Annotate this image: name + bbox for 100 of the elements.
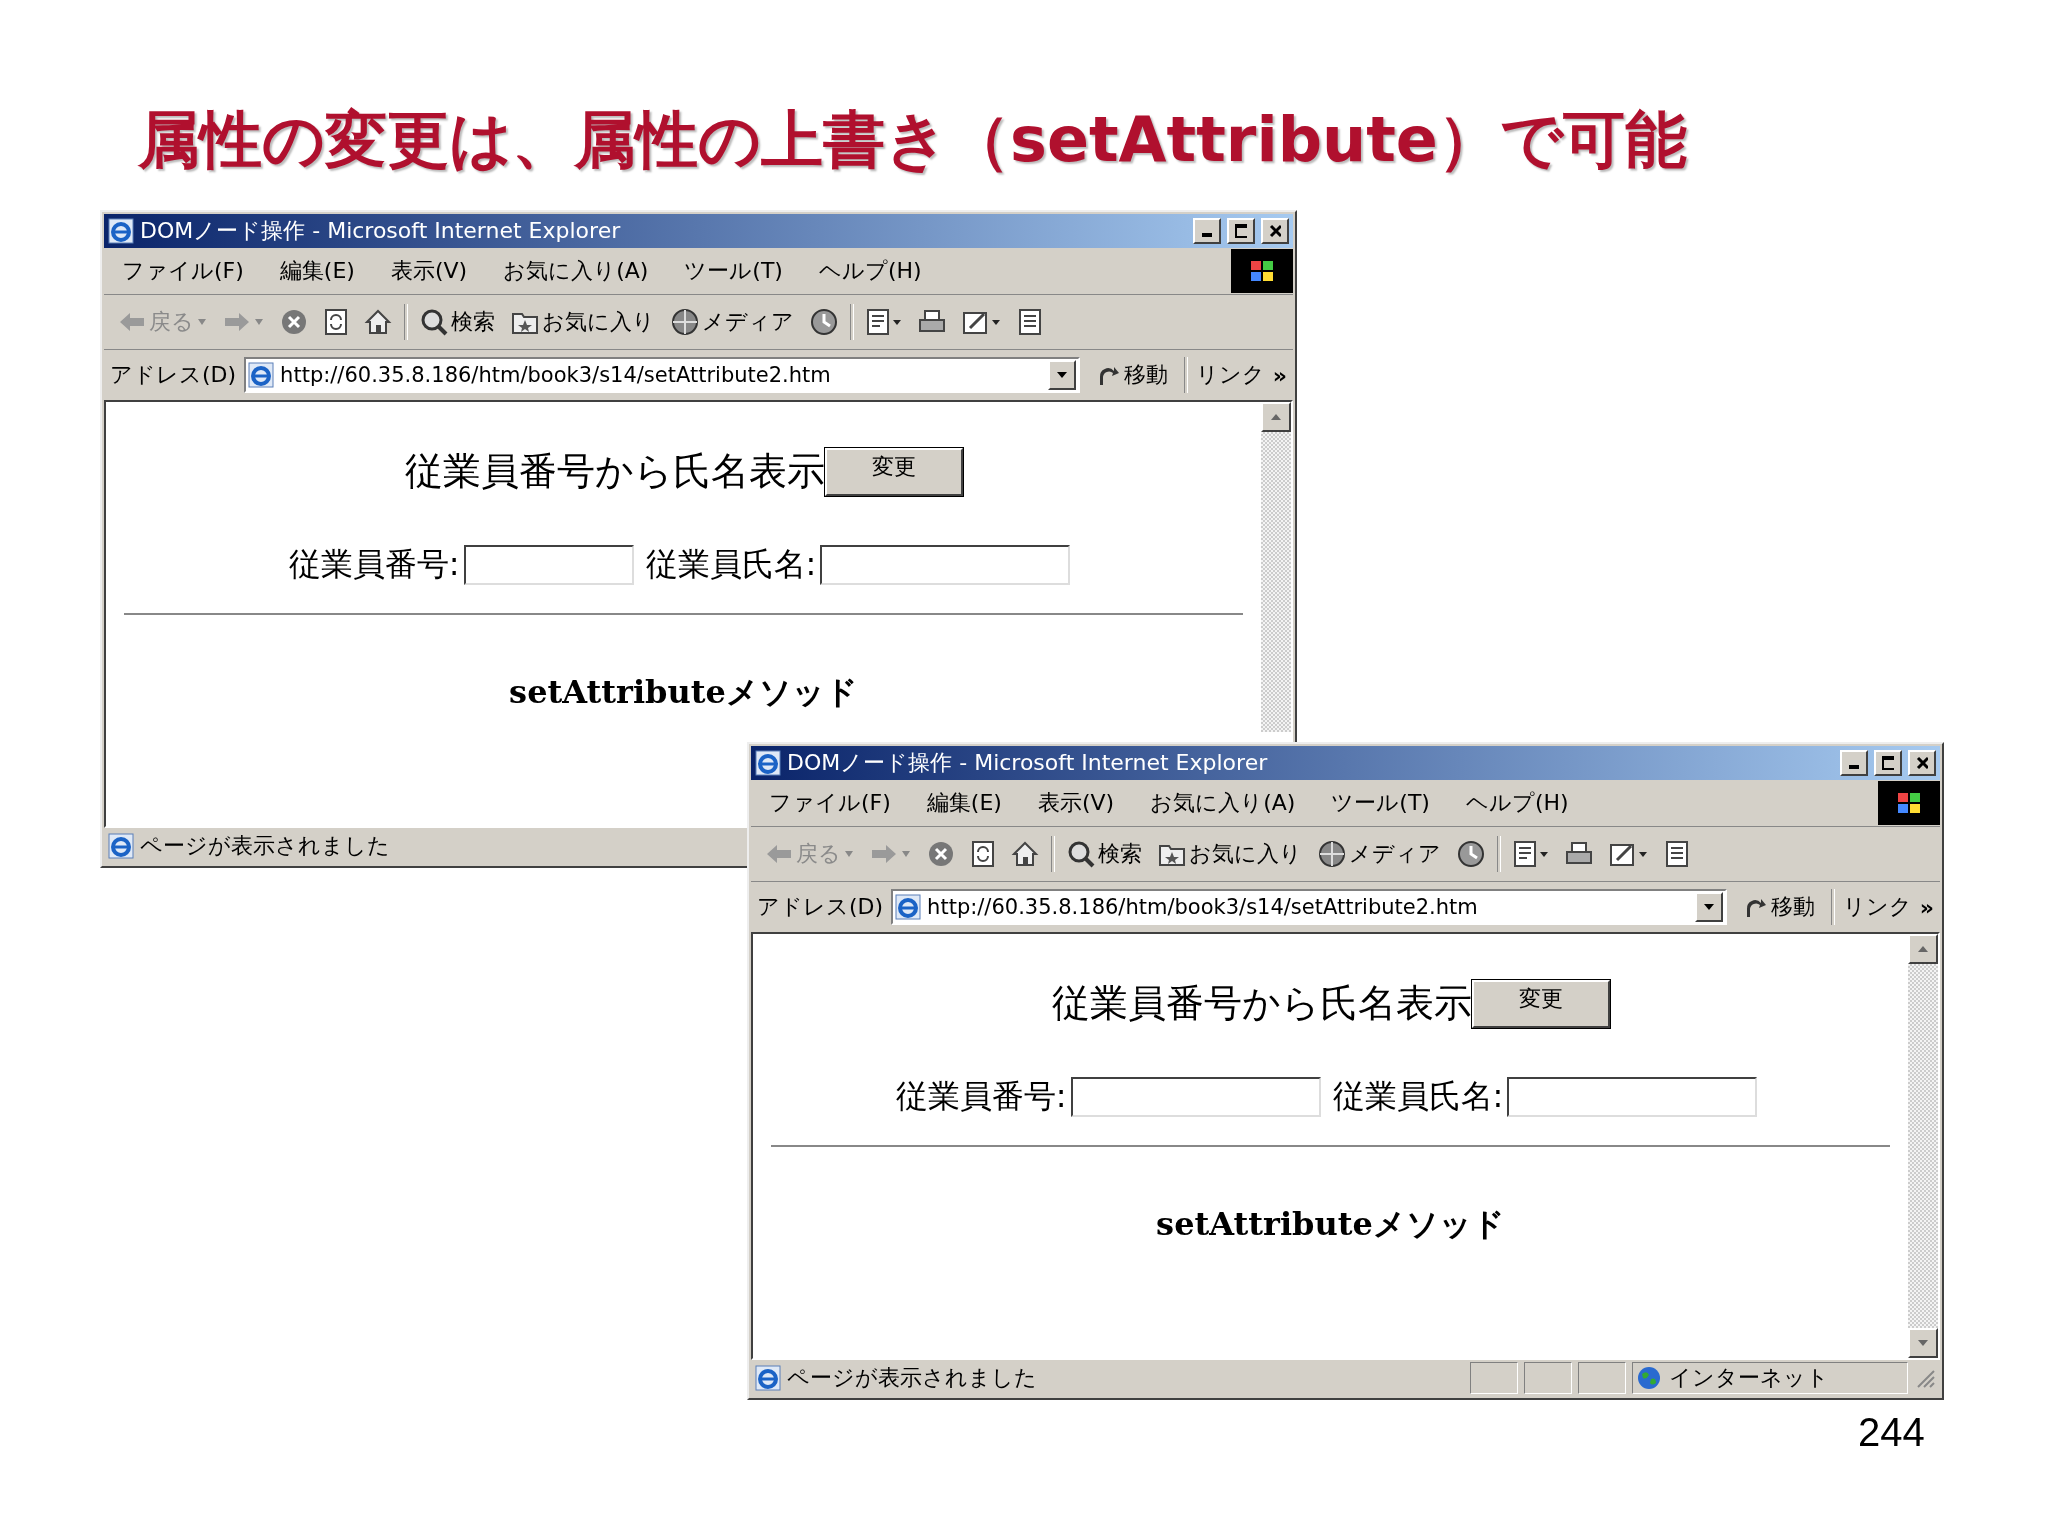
more-chevron[interactable]: » [1919, 894, 1934, 920]
field-label: 従業員氏名: [645, 544, 817, 585]
home-icon [364, 308, 392, 336]
media-button[interactable]: メディア [667, 305, 798, 339]
maximize-icon [1235, 224, 1247, 238]
menu-item[interactable]: ヘルプ(H) [1447, 788, 1587, 818]
dropdown-icon[interactable] [1047, 360, 1076, 390]
stop-icon [280, 308, 308, 336]
refresh-icon [971, 840, 995, 868]
maximize-button[interactable] [1874, 750, 1902, 776]
history-icon [810, 308, 838, 336]
zone-text: インターネット [1669, 1364, 1829, 1392]
minimize-icon [1849, 765, 1859, 769]
favorites-button[interactable]: お気に入り [507, 305, 659, 339]
scroll-down-button[interactable] [1908, 1328, 1938, 1358]
status-text: ページが表示されました [140, 832, 390, 860]
globe-icon [1318, 840, 1346, 868]
status-pane [1524, 1362, 1572, 1394]
method-text: setAttributeメソッド [509, 672, 858, 713]
search-button[interactable]: 検索 [416, 305, 499, 339]
scroll-up-button[interactable] [1261, 402, 1291, 432]
status-pane [1470, 1362, 1518, 1394]
method-text: setAttributeメソッド [1156, 1204, 1505, 1245]
address-field[interactable]: http://60.35.8.186/htm/book3/s14/setAttribute2.htm [244, 357, 1080, 393]
back-arrow-icon [765, 842, 793, 866]
address-field[interactable]: http://60.35.8.186/htm/book3/s14/setAttribute2.htm [891, 889, 1727, 925]
input-field[interactable] [1507, 1077, 1758, 1117]
page-icon [895, 894, 922, 920]
globe-icon [671, 308, 699, 336]
menu-item[interactable]: お気に入り(A) [1132, 788, 1314, 818]
status-text: ページが表示されました [787, 1364, 1037, 1392]
links-label[interactable]: リンク [1842, 892, 1912, 922]
menu-item[interactable]: 表示(V) [1019, 788, 1133, 818]
address-label: アドレス(D) [757, 893, 884, 921]
caret-icon [254, 318, 264, 326]
status-pane [1578, 1362, 1626, 1394]
dropdown-icon[interactable] [1694, 892, 1723, 922]
globe-icon [1637, 1366, 1661, 1390]
refresh-icon [324, 308, 348, 336]
close-icon [1269, 224, 1281, 238]
minimize-button[interactable] [1840, 750, 1868, 776]
search-icon [1067, 840, 1095, 868]
window-title: DOMノード操作 - Microsoft Internet Explorer [787, 749, 1269, 777]
forward-arrow-icon [223, 310, 251, 334]
minimize-icon [1202, 233, 1212, 237]
page-icon [108, 833, 134, 859]
page-heading: 従業員番号から氏名表示 [404, 448, 825, 495]
more-chevron[interactable]: » [1272, 362, 1287, 388]
ie-logo-icon [755, 750, 781, 776]
menu-item[interactable]: ファイル(F) [751, 788, 909, 818]
menu-item[interactable]: 表示(V) [372, 256, 486, 286]
page-icon [248, 362, 275, 388]
menu-item[interactable]: ツール(T) [666, 256, 801, 286]
page-icon [755, 1365, 781, 1391]
windows-flag-icon [1878, 781, 1940, 825]
home-icon [1011, 840, 1039, 868]
search-icon [420, 308, 448, 336]
field-label: 従業員番号: [895, 1076, 1067, 1117]
menu-item[interactable]: ファイル(F) [104, 256, 262, 286]
document-icon [1665, 840, 1689, 868]
scroll-up-button[interactable] [1908, 934, 1938, 964]
go-button[interactable]: 移動 [1734, 892, 1823, 922]
caret-icon [901, 850, 911, 858]
input-field[interactable] [820, 545, 1071, 585]
input-field[interactable] [463, 545, 634, 585]
maximize-icon [1882, 756, 1894, 770]
down-arrow-icon [1917, 1339, 1929, 1347]
close-button[interactable] [1908, 750, 1936, 776]
favorites-button[interactable]: お気に入り [1154, 837, 1306, 871]
menu-item[interactable]: お気に入り(A) [485, 256, 667, 286]
go-button[interactable]: 移動 [1087, 360, 1176, 390]
menu-item[interactable]: 編集(E) [908, 788, 1020, 818]
field-label: 従業員番号: [288, 544, 460, 585]
input-field[interactable] [1070, 1077, 1321, 1117]
window-title: DOMノード操作 - Microsoft Internet Explorer [140, 217, 622, 245]
menu-item[interactable]: ツール(T) [1313, 788, 1448, 818]
media-button[interactable]: メディア [1314, 837, 1445, 871]
history-icon [1457, 840, 1485, 868]
change-button[interactable]: 変更 [1471, 979, 1610, 1028]
change-button[interactable]: 変更 [824, 447, 963, 496]
close-icon [1916, 756, 1928, 770]
ie-logo-icon [108, 218, 134, 244]
windows-flag-icon [1231, 249, 1293, 293]
page-heading: 従業員番号から氏名表示 [1051, 980, 1472, 1027]
links-label[interactable]: リンク [1195, 360, 1265, 390]
document-icon [1018, 308, 1042, 336]
up-arrow-icon [1917, 945, 1929, 953]
back-arrow-icon [118, 310, 146, 334]
minimize-button[interactable] [1193, 218, 1221, 244]
forward-arrow-icon [870, 842, 898, 866]
maximize-button[interactable] [1227, 218, 1255, 244]
slide-title: 属性の変更は、属性の上書き（setAttribute）で可能 [138, 102, 1687, 178]
caret-icon [844, 850, 854, 858]
close-button[interactable] [1261, 218, 1289, 244]
menu-item[interactable]: ヘルプ(H) [800, 256, 940, 286]
address-label: アドレス(D) [110, 361, 237, 389]
page-number: 244 [1858, 1410, 1925, 1455]
menu-item[interactable]: 編集(E) [261, 256, 373, 286]
search-button[interactable]: 検索 [1063, 837, 1146, 871]
stop-icon [927, 840, 955, 868]
